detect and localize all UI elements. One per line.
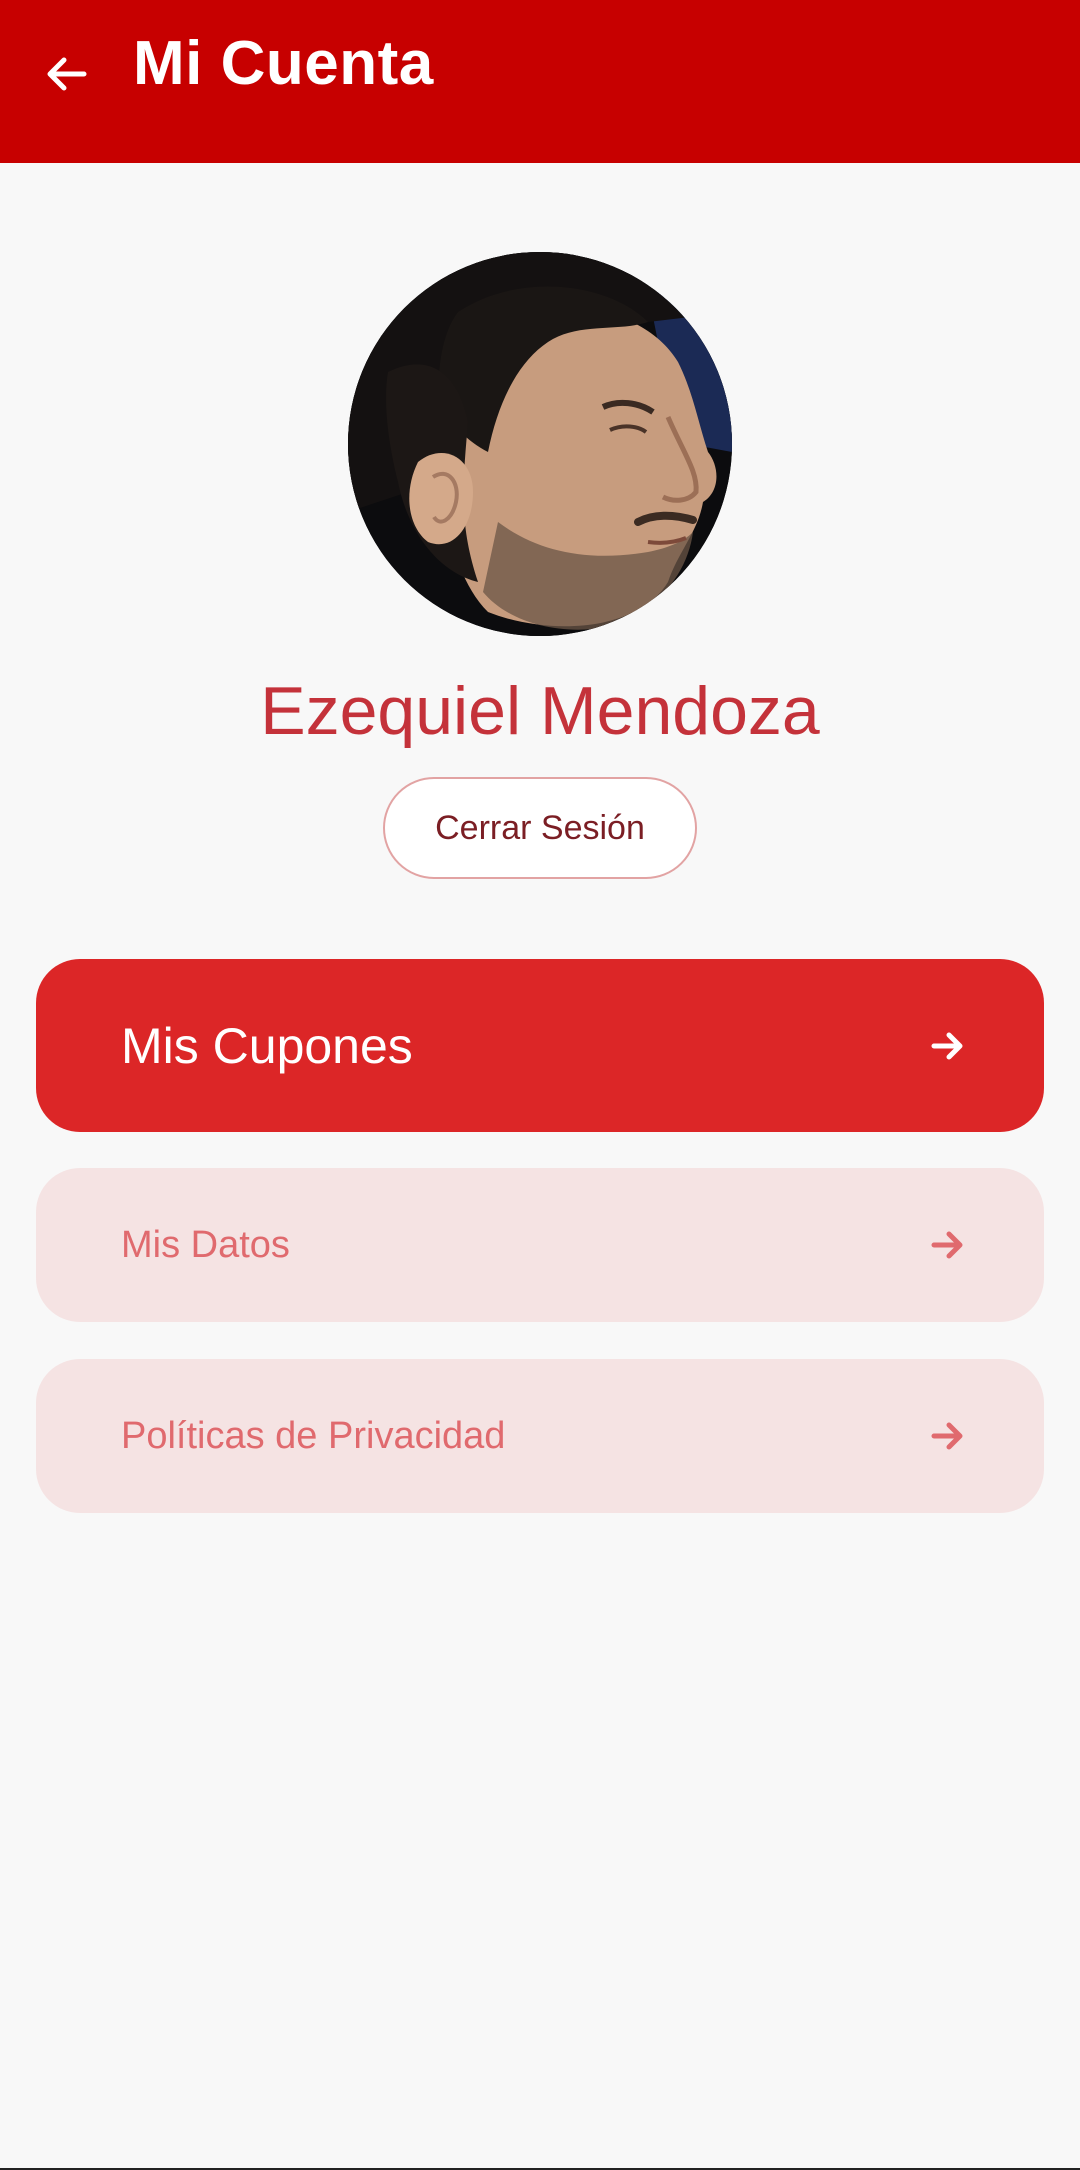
- profile-name: Ezequiel Mendoza: [260, 673, 820, 749]
- menu-item-mis-datos[interactable]: Mis Datos: [36, 1168, 1044, 1322]
- arrow-forward-icon: [930, 1028, 966, 1064]
- page-title: Mi Cuenta: [133, 29, 434, 98]
- app-bar: Mi Cuenta: [0, 0, 1080, 163]
- avatar: [348, 252, 732, 636]
- logout-button[interactable]: Cerrar Sesión: [383, 777, 697, 879]
- arrow-back-icon: [47, 57, 87, 91]
- menu-item-mis-cupones[interactable]: Mis Cupones: [36, 959, 1044, 1132]
- menu-item-label: Políticas de Privacidad: [121, 1414, 506, 1457]
- arrow-forward-icon: [930, 1418, 966, 1454]
- menu-item-politicas-de-privacidad[interactable]: Políticas de Privacidad: [36, 1359, 1044, 1513]
- menu-item-label: Mis Datos: [121, 1223, 290, 1266]
- menu-item-label: Mis Cupones: [121, 1017, 413, 1074]
- back-button[interactable]: [38, 46, 94, 102]
- arrow-forward-icon: [930, 1227, 966, 1263]
